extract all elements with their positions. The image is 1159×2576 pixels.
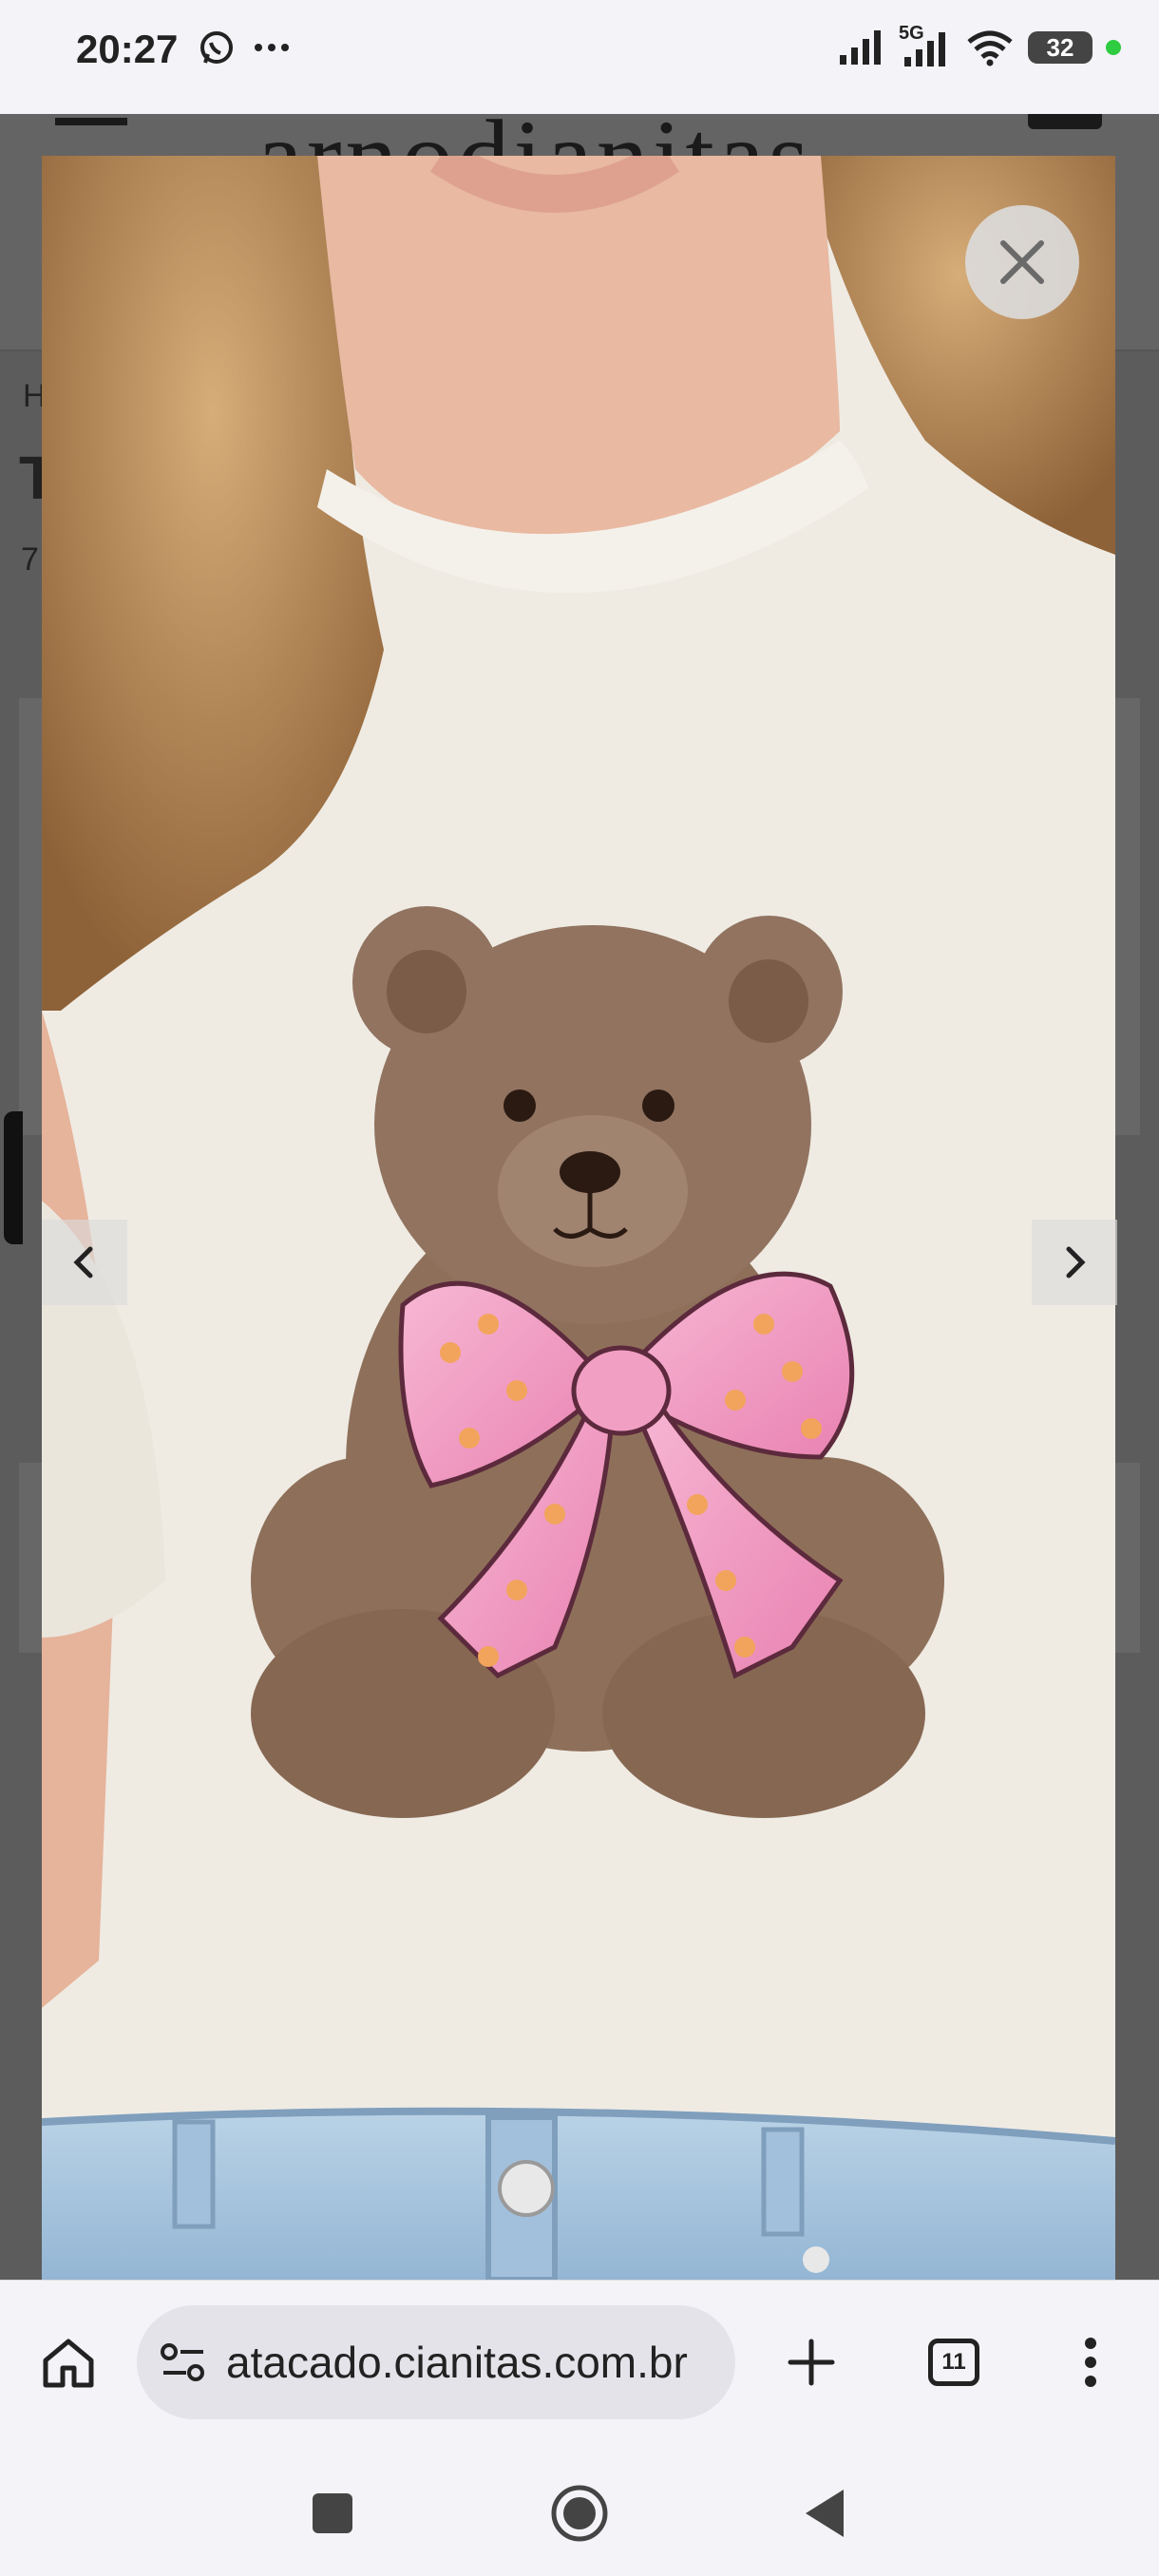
more-dots-icon [255,44,289,51]
menu-dots-icon [1085,2338,1096,2387]
tabs-icon: 11 [928,2339,979,2386]
product-subtitle-fragment: 7 [21,541,39,578]
tab-switcher-button[interactable]: 11 [918,2326,990,2398]
product-image [42,156,1115,2280]
back-button[interactable] [787,2475,863,2551]
url-text: atacado.cianitas.com.br [226,2338,688,2387]
browser-home-button[interactable] [32,2326,104,2398]
address-bar[interactable]: atacado.cianitas.com.br [137,2305,735,2419]
back-triangle-icon [806,2490,844,2537]
signal-icon [840,30,881,65]
close-icon [1000,240,1044,284]
status-notification-icons [198,28,291,66]
chevron-left-icon [73,1246,93,1279]
previous-image-button[interactable] [42,1220,127,1305]
product-image-lightbox[interactable] [42,156,1115,2280]
next-image-button[interactable] [1032,1220,1117,1305]
browser-toolbar: atacado.cianitas.com.br 11 [0,2280,1159,2447]
home-icon [43,2339,94,2388]
site-settings-icon[interactable] [160,2341,207,2383]
hamburger-menu-icon [55,118,127,125]
recents-square-icon [313,2493,352,2533]
close-lightbox-button[interactable] [965,205,1079,319]
browser-menu-button[interactable] [1054,2326,1127,2398]
home-circle-icon [551,2485,608,2542]
status-system-icons: 5G 32 [838,23,1121,68]
signal-5g-icon: 5G [899,23,952,68]
cart-icon [1028,114,1102,129]
wifi-icon [967,30,1013,66]
battery-icon: 32 [1028,31,1092,64]
status-time: 20:27 [76,27,179,71]
whatsapp-icon [200,31,233,64]
privacy-indicator-dot [1106,40,1121,55]
system-home-button[interactable] [542,2475,618,2551]
new-tab-plus-icon [788,2339,835,2386]
side-tab-handle [4,1111,23,1244]
system-navigation-bar [0,2447,1159,2576]
new-tab-button[interactable] [775,2326,847,2398]
chevron-right-icon [1066,1246,1086,1279]
recents-button[interactable] [294,2475,370,2551]
